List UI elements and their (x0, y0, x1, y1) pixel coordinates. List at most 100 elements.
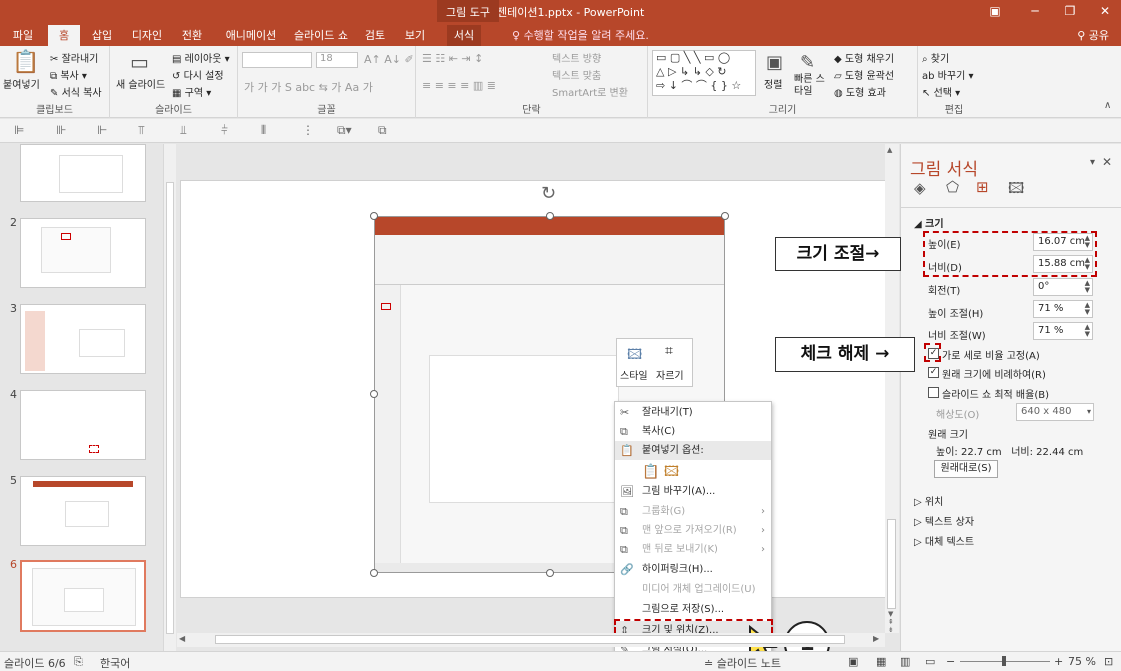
arrange-button[interactable]: 정렬 (764, 76, 782, 91)
find-button[interactable]: ⌕ 찾기 (922, 50, 949, 65)
font-grow-shrink[interactable]: A↑ A↓ ✐ (364, 53, 414, 66)
tab-animations[interactable]: 애니메이션 (218, 25, 284, 46)
ungroup-icon[interactable]: ⧉ (378, 123, 387, 138)
select-button[interactable]: ↖ 선택 ▾ (922, 84, 960, 99)
menu-item-media-upgrade[interactable]: 미디어 개체 업그레이드(U) (615, 580, 771, 599)
shape-effects-button[interactable]: ◍ 도형 효과 (834, 84, 886, 99)
menu-item-hyperlink[interactable]: 🔗 하이퍼링크(H)... (615, 560, 771, 579)
resize-handle[interactable] (546, 212, 554, 220)
new-slide-button[interactable]: 새 슬라이드 (116, 76, 165, 91)
scale-height-input[interactable]: 71 % ▲ ▼ (1033, 300, 1093, 318)
resolution-select[interactable]: 640 x 480 ▾ (1016, 403, 1094, 421)
crop-button[interactable]: 자르기 (656, 367, 684, 382)
best-scale-checkbox[interactable] (928, 387, 939, 398)
list-buttons[interactable]: ☰ ☷ ⇤ ⇥ ↕ (422, 52, 483, 65)
hscroll-thumb[interactable] (215, 635, 845, 644)
reset-size-button[interactable]: 원래대로(S) (934, 460, 998, 478)
smartart-button[interactable]: SmartArt로 변환 (552, 84, 628, 99)
minimize-button[interactable]: ─ (1020, 2, 1050, 20)
tell-me-box[interactable]: ♀ 수행할 작업을 알려 주세요. (512, 25, 649, 46)
rotate-handle-icon[interactable]: ↻ (541, 183, 556, 204)
tab-transitions[interactable]: 전환 (176, 25, 208, 46)
align-text-button[interactable]: 텍스트 맞춤 (552, 67, 601, 82)
scale-width-input[interactable]: 71 % ▲ ▼ (1033, 322, 1093, 340)
tab-format[interactable]: 서식 (447, 25, 481, 46)
tab-view[interactable]: 보기 (400, 25, 430, 46)
distribute-v-icon[interactable]: ⋮ (302, 123, 314, 137)
scroll-right-icon[interactable]: ▶ (873, 634, 879, 643)
language-indicator[interactable]: 한국어 (100, 655, 130, 671)
resize-handle[interactable] (546, 569, 554, 577)
resize-handle[interactable] (370, 212, 378, 220)
notes-button[interactable]: ≐ 슬라이드 노트 (704, 655, 781, 671)
position-section[interactable]: ▷ 위치 (914, 493, 943, 508)
pane-options-icon[interactable]: ▾ (1090, 157, 1095, 168)
tab-insert[interactable]: 삽입 (86, 25, 118, 46)
align-bottom-icon[interactable]: ⫩ (221, 123, 228, 138)
reset-button[interactable]: ↺ 다시 설정 (172, 67, 224, 82)
align-buttons[interactable]: ≡ ≡ ≡ ≡ ▥ ≣ (422, 79, 496, 92)
shape-fill-button[interactable]: ◆ 도형 채우기 (834, 50, 894, 65)
slide-panel-scrollbar[interactable] (163, 144, 176, 651)
textbox-section[interactable]: ▷ 텍스트 상자 (914, 513, 974, 528)
zoom-level[interactable]: 75 % (1068, 655, 1096, 668)
tab-design[interactable]: 디자인 (126, 25, 168, 46)
quick-styles-button[interactable]: 빠른 스타일 (794, 74, 830, 98)
menu-item-send-back[interactable]: ⧉ 맨 뒤로 보내기(K) › (615, 540, 771, 559)
menu-item-copy[interactable]: ⧉ 복사(C) (615, 422, 771, 441)
menu-item-cut[interactable]: ✂ 잘라내기(T) (615, 403, 771, 422)
tab-file[interactable]: 파일 (6, 25, 40, 46)
spinner-icon[interactable]: ▲ ▼ (1085, 280, 1090, 294)
font-name-box[interactable] (242, 52, 312, 68)
scroll-left-icon[interactable]: ◀ (179, 634, 185, 643)
collapse-ribbon-icon[interactable]: ∧ (1104, 100, 1111, 111)
cut-button[interactable]: ✂ 잘라내기 (50, 50, 98, 65)
slide-thumbnail-5[interactable] (20, 476, 146, 546)
copy-button[interactable]: ⧉ 복사 ▾ (50, 67, 87, 82)
group-icon[interactable]: ⧉▾ (337, 123, 352, 138)
rotation-input[interactable]: 0° ▲ ▼ (1033, 278, 1093, 296)
section-button[interactable]: ▦ 구역 ▾ (172, 84, 211, 99)
shapes-gallery[interactable]: ▭ ▢ ╲ ╲ ▭ ◯ △ ▷ ↳ ↳ ◇ ↻ ⇨ ↓ ⌒ ⌒ { } ☆ (652, 50, 756, 96)
spinner-icon[interactable]: ▲ ▼ (1085, 324, 1090, 338)
zoom-in-icon[interactable]: + (1054, 655, 1063, 668)
scroll-thumb[interactable] (887, 519, 896, 609)
slide-thumbnail-1[interactable] (20, 144, 146, 202)
size-section-header[interactable]: ◢ 크기 (914, 215, 944, 230)
close-button[interactable]: ✕ (1090, 2, 1120, 20)
resize-handle[interactable] (721, 212, 729, 220)
style-button[interactable]: 스타일 (620, 367, 648, 382)
effects-pentagon-icon[interactable]: ⬠ (946, 178, 959, 196)
menu-item-change-picture[interactable]: 🖼 그림 바꾸기(A)... (615, 482, 771, 501)
alt-text-section[interactable]: ▷ 대체 텍스트 (914, 533, 974, 548)
resize-handle[interactable] (370, 569, 378, 577)
format-painter-button[interactable]: ✎ 서식 복사 (50, 84, 102, 99)
text-direction-button[interactable]: 텍스트 방향 (552, 50, 601, 65)
resize-handle[interactable] (370, 390, 378, 398)
replace-button[interactable]: ab 바꾸기 ▾ (922, 67, 973, 82)
fit-slide-icon[interactable]: ⊡ (1104, 655, 1113, 668)
normal-view-icon[interactable]: ▣ (848, 655, 858, 668)
paste-button[interactable]: 붙여넣기 (3, 76, 40, 91)
picture-icon[interactable]: 🖾 (1008, 178, 1024, 203)
share-button[interactable]: ⚲ 공유 (1077, 25, 1109, 46)
menu-item-group[interactable]: ⧉ 그룹화(G) › (615, 502, 771, 521)
editor-vertical-scrollbar[interactable]: ▲ ▼ ⇞ ⇟ (885, 144, 899, 634)
tab-home[interactable]: 홈 (48, 25, 80, 46)
slide-sorter-icon[interactable]: ▦ (876, 655, 886, 668)
align-left-icon[interactable]: ⊫ (14, 123, 24, 137)
relative-original-checkbox[interactable]: ✓ (928, 367, 939, 378)
size-properties-icon[interactable]: ⊞ (976, 178, 989, 196)
tab-review[interactable]: 검토 (360, 25, 390, 46)
fill-line-icon[interactable]: ◈ (914, 179, 926, 197)
tab-slideshow[interactable]: 슬라이드 쇼 (290, 25, 352, 46)
shape-outline-button[interactable]: ▱ 도형 윤곽선 (834, 67, 894, 82)
align-top-icon[interactable]: ⫪ (138, 123, 145, 138)
align-middle-icon[interactable]: ⫫ (180, 123, 187, 138)
spinner-icon[interactable]: ▲ ▼ (1085, 302, 1090, 316)
scroll-down-icon[interactable]: ▼ ⇞ ⇟ (888, 610, 894, 634)
slide-thumbnail-2[interactable] (20, 218, 146, 288)
font-style-buttons[interactable]: 가 가 가 S abc ⇆ 가 Aa 가 (244, 79, 373, 95)
menu-item-save-as-picture[interactable]: 그림으로 저장(S)... (615, 600, 771, 619)
reading-view-icon[interactable]: ▥ (900, 655, 910, 668)
